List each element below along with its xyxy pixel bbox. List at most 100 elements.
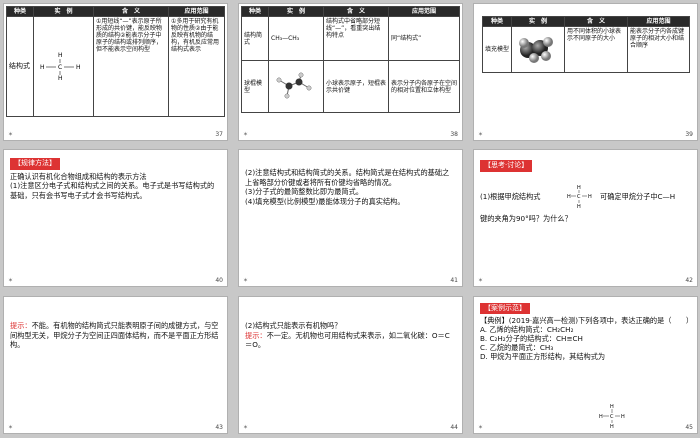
col-header: 应用范围 bbox=[627, 16, 690, 27]
structure-table: 种类 实 例 含 义 应用范围 填充模型 用不同体积的小球表示不同原子的大小 能… bbox=[482, 16, 690, 73]
meaning-cell: ①用短线“—”表示原子所形成的共价键，能反映物质的结构②能表示分子中原子的结构或… bbox=[93, 16, 169, 117]
section-tag: 【规律方法】 bbox=[10, 158, 60, 170]
structure-table: 种类 实 例 含 义 应用范围 结构简式 CH₃—CH₃ 结构式中省略部分短线“… bbox=[241, 6, 460, 113]
col-header: 实 例 bbox=[33, 6, 94, 17]
slide-45[interactable]: 【案例示范】 【典例】(2019·嘉兴高一检测)下列各项中，表达正确的是（ ） … bbox=[473, 296, 698, 434]
slide-number: 44 bbox=[450, 424, 458, 431]
option-b: B. C₂H₂分子的结构式：CH≡CH bbox=[480, 334, 583, 343]
methane-structural-formula: H H H H C bbox=[567, 185, 592, 210]
slide-number: 45 bbox=[685, 424, 693, 431]
meaning-cell: 小球表示原子，短棍表示共价键 bbox=[323, 60, 389, 113]
methane-structural-formula: H H H H C bbox=[599, 404, 625, 430]
slide-content: 提示：不能。有机物的结构简式只能表明原子间的成键方式，与空间构型无关，甲烷分子为… bbox=[10, 321, 221, 350]
slide-42[interactable]: 【思考·讨论】 (1)根据甲烷结构式 H H H H C 可确定甲烷分子中C—H… bbox=[473, 149, 698, 287]
option-a: A. 乙烯的结构简式：CH₂CH₂ bbox=[480, 325, 574, 334]
meaning-cell: 结构式中省略部分短线“—”，看重突出结构特点 bbox=[323, 16, 389, 61]
star-icon: ✶ bbox=[243, 131, 249, 138]
ball-stick-model-image bbox=[268, 60, 324, 113]
option-d: D. 甲烷为平面正方形结构，其结构式为 bbox=[480, 352, 606, 361]
slide-content: 【规律方法】 正确认识有机化合物组成和结构的表示方法 (1)注意区分电子式和结构… bbox=[10, 158, 221, 200]
hint-label: 提示： bbox=[245, 330, 267, 340]
section-tag: 【案例示范】 bbox=[480, 303, 530, 314]
hint-label: 提示： bbox=[10, 321, 32, 330]
atom-label: C bbox=[58, 64, 62, 71]
question-text: (2)结构式只能表示有机物吗？ bbox=[245, 321, 342, 330]
atom-label: H bbox=[76, 64, 81, 71]
col-header: 含 义 bbox=[323, 6, 389, 17]
paragraph: (2)注意结构式和结构简式的关系。结构简式是在结构式的基础之上省略部分价键或者将… bbox=[245, 168, 450, 187]
row-label: 结构简式 bbox=[241, 16, 269, 61]
atom-label: H bbox=[40, 64, 45, 71]
scope-cell: ①多用于研究有机物的性质②由于能反映有机物的结构，有机反应常用结构式表示 bbox=[168, 16, 225, 117]
slide-38[interactable]: 种类 实 例 含 义 应用范围 结构简式 CH₃—CH₃ 结构式中省略部分短线“… bbox=[238, 3, 463, 141]
space-filling-model-image bbox=[511, 26, 565, 73]
question-title: 【典例】(2019·嘉兴高一检测)下列各项中，表达正确的是（ ） bbox=[480, 316, 694, 325]
methane-structural-formula: H H H H C bbox=[40, 52, 81, 82]
star-icon: ✶ bbox=[478, 424, 484, 431]
slide-37[interactable]: 种类 实 例 含 义 应用范围 结构式 H H H H C ①用短线“—”表示原… bbox=[3, 3, 228, 141]
slide-content: (2)结构式只能表示有机物吗？ 提示：不一定。无机物也可用结构式来表示，如二氧化… bbox=[245, 321, 456, 350]
star-icon: ✶ bbox=[243, 277, 249, 284]
row-label: 填充模型 bbox=[482, 26, 512, 73]
star-icon: ✶ bbox=[8, 277, 14, 284]
slide-44[interactable]: (2)结构式只能表示有机物吗？ 提示：不一定。无机物也可用结构式来表示，如二氧化… bbox=[238, 296, 463, 434]
slide-43[interactable]: 提示：不能。有机物的结构简式只能表明原子间的成键方式，与空间构型无关，甲烷分子为… bbox=[3, 296, 228, 434]
atom-label: H bbox=[610, 424, 614, 430]
paragraph: 正确认识有机化合物组成和结构的表示方法 bbox=[10, 171, 147, 181]
slide-number: 39 bbox=[685, 131, 693, 138]
atom-label: H bbox=[58, 75, 63, 82]
slide-number: 38 bbox=[450, 131, 458, 138]
meaning-cell: 用不同体积的小球表示不同原子的大小 bbox=[564, 26, 628, 73]
atom-label: C bbox=[577, 194, 581, 200]
slide-41[interactable]: (2)注意结构式和结构简式的关系。结构简式是在结构式的基础之上省略部分价键或者将… bbox=[238, 149, 463, 287]
atom-label: C bbox=[610, 414, 614, 420]
col-header: 实 例 bbox=[511, 16, 565, 27]
paragraph: (1)注意区分电子式和结构式之间的关系。电子式是书写结构式的基础，只有会书写电子… bbox=[10, 181, 215, 200]
question: (1)根据甲烷结构式 H H H H C 可确定甲烷分子中C—H 键的夹角为90… bbox=[480, 185, 691, 242]
atom-label: H bbox=[577, 204, 581, 210]
slide-39[interactable]: 种类 实 例 含 义 应用范围 填充模型 用不同体积的小球表示不同原子的大小 能… bbox=[473, 3, 698, 141]
star-icon: ✶ bbox=[8, 131, 14, 138]
structure-table: 种类 实 例 含 义 应用范围 结构式 H H H H C ①用短线“—”表示原… bbox=[6, 6, 225, 117]
atom-label: H bbox=[621, 414, 625, 420]
col-header: 含 义 bbox=[564, 16, 628, 27]
question-text: 键的夹角为90°吗？为什么？ bbox=[480, 213, 572, 223]
slide-number: 42 bbox=[685, 277, 693, 284]
slide-number: 40 bbox=[215, 277, 223, 284]
atom-label: H bbox=[58, 52, 63, 59]
scope-cell: 同“结构式” bbox=[388, 16, 460, 61]
hint-text: 不一定。无机物也可用结构式来表示，如二氧化碳：O＝C＝O。 bbox=[245, 330, 450, 350]
star-icon: ✶ bbox=[243, 424, 249, 431]
star-icon: ✶ bbox=[478, 131, 484, 138]
option-c: C. 乙烷的最简式：CH₃ bbox=[480, 343, 554, 352]
scope-cell: 表示分子内各原子在空间的相对位置和立体构型 bbox=[388, 60, 460, 113]
row-label: 结构式 bbox=[6, 16, 34, 117]
methane-structure-diagram: H H H H C bbox=[33, 16, 94, 117]
slide-number: 43 bbox=[215, 424, 223, 431]
question-text: 可确定甲烷分子中C—H bbox=[600, 191, 676, 201]
slide-number: 37 bbox=[215, 131, 223, 138]
col-header: 种类 bbox=[6, 6, 34, 17]
atom-label: H bbox=[588, 194, 592, 200]
slide-content: (2)注意结构式和结构简式的关系。结构简式是在结构式的基础之上省略部分价键或者将… bbox=[245, 168, 456, 206]
col-header: 含 义 bbox=[93, 6, 169, 17]
paragraph: (4)填充模型(比例模型)最能体现分子的真实结构。 bbox=[245, 196, 405, 206]
atom-label: H bbox=[567, 194, 571, 200]
scope-cell: 能表示分子内各成键原子的相对大小和结合顺序 bbox=[627, 26, 690, 73]
slide-number: 41 bbox=[450, 277, 458, 284]
slide-40[interactable]: 【规律方法】 正确认识有机化合物组成和结构的表示方法 (1)注意区分电子式和结构… bbox=[3, 149, 228, 287]
star-icon: ✶ bbox=[478, 277, 484, 284]
row-label: 球棍模型 bbox=[241, 60, 269, 113]
hint-text: 不能。有机物的结构简式只能表明原子间的成键方式，与空间构型无关，甲烷分子为空间正… bbox=[10, 321, 219, 349]
star-icon: ✶ bbox=[8, 424, 14, 431]
col-header: 种类 bbox=[482, 16, 512, 27]
section-tag: 【思考·讨论】 bbox=[480, 160, 533, 172]
atom-label: H bbox=[599, 414, 603, 420]
paragraph: (3)分子式的最简整数比即为最简式。 bbox=[245, 187, 363, 196]
col-header: 种类 bbox=[241, 6, 269, 17]
slide-content: 【案例示范】 【典例】(2019·嘉兴高一检测)下列各项中，表达正确的是（ ） … bbox=[480, 303, 694, 361]
ball-stick-model bbox=[276, 72, 312, 98]
example-cell: CH₃—CH₃ bbox=[268, 16, 324, 61]
question-text: (1)根据甲烷结构式 bbox=[480, 191, 541, 201]
col-header: 实 例 bbox=[268, 6, 324, 17]
